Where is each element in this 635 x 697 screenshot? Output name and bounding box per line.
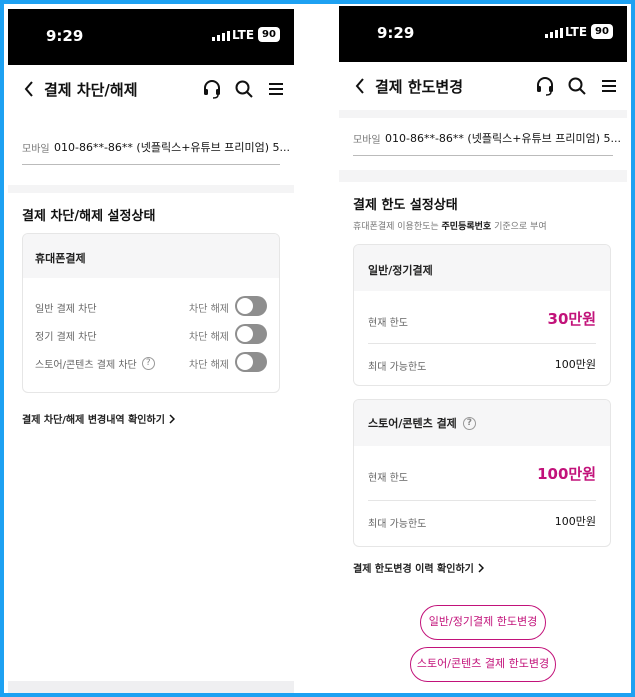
toggle-label: 일반 결제 차단 [35,304,97,315]
battery-badge: 90 [258,27,280,42]
status-time: 9:29 [377,24,415,42]
max-limit-value: 100만원 [554,358,596,371]
max-limit-row: 최대 가능한도 100만원 [368,502,596,542]
general-limit-change-button[interactable]: 일반/정기결제 한도변경 [420,605,546,640]
max-limit-value: 100만원 [554,515,596,528]
recurring-block-toggle[interactable] [235,324,267,344]
phone-payment-card: 휴대폰결제 일반 결제 차단 차단 해제 정기 결제 차단 차단 해제 스토어/… [22,233,280,393]
section-divider [339,110,627,118]
app-header: 결제 한도변경 [339,62,627,110]
card-title: 일반/정기결제 [354,245,610,291]
general-block-toggle[interactable] [235,296,267,316]
limit-note: 휴대폰결제 이용한도는 주민등록번호 기준으로 부여 [353,219,547,232]
history-link[interactable]: 결제 차단/해제 변경내역 확인하기 [22,411,175,426]
section-divider [8,185,294,193]
current-limit-value: 30만원 [547,310,596,328]
header-icons [535,76,619,96]
max-limit-label: 최대 가능한도 [368,519,427,530]
toggle-row: 스토어/콘텐츠 결제 차단 ? 차단 해제 [35,350,267,376]
chevron-right-icon [478,562,484,573]
toggle-label: 정기 결제 차단 [35,332,97,343]
current-limit-label: 현재 한도 [368,473,408,484]
divider [368,500,596,501]
search-icon[interactable] [567,76,587,96]
store-limit-card: 스토어/콘텐츠 결제 ? 현재 한도 100만원 최대 가능한도 100만원 [353,399,611,547]
toggle-row: 일반 결제 차단 차단 해제 [35,294,267,320]
search-icon[interactable] [234,79,254,99]
max-limit-row: 최대 가능한도 100만원 [368,345,596,385]
limit-note-text: 휴대폰결제 이용한도는 [353,222,442,232]
mobile-line-select[interactable]: 모바일 010-86**-86** (넷플릭스+유튜브 프리미엄) 5... [353,122,621,156]
section-divider [339,170,627,182]
history-link[interactable]: 결제 한도변경 이력 확인하기 [353,560,484,575]
mobile-line-value: 010-86**-86** (넷플릭스+유튜브 프리미엄) 5... [385,132,622,145]
limit-note-bold: 주민등록번호 [441,222,492,232]
chevron-left-icon[interactable] [24,81,34,97]
headset-icon[interactable] [202,79,222,99]
card-title: 스토어/콘텐츠 결제 [368,417,457,430]
history-link-label: 결제 차단/해제 변경내역 확인하기 [22,415,165,426]
phone-right: 9:29 LTE 90 결제 한도변경 모바일 010-86**-86** (넷… [339,6,627,697]
max-limit-label: 최대 가능한도 [368,362,427,373]
store-block-toggle[interactable] [235,352,267,372]
network-type: LTE [565,25,588,39]
divider [368,343,596,344]
signal-icon [212,31,230,41]
status-time: 9:29 [46,27,84,45]
question-icon[interactable]: ? [462,416,476,430]
header-icons [202,79,286,99]
toggle-row: 정기 결제 차단 차단 해제 [35,322,267,348]
mobile-label: 모바일 [22,144,50,155]
phone-left: 9:29 LTE 90 결제 차단/해제 모바일 010-86**-86** (… [8,9,294,697]
toggle-state: 차단 해제 [189,360,229,371]
history-link-label: 결제 한도변경 이력 확인하기 [353,564,474,575]
app-header: 결제 차단/해제 [8,65,294,113]
bottom-bar [8,681,294,697]
section-title: 결제 한도 설정상태 [353,198,458,213]
toggle-state: 차단 해제 [189,304,229,315]
chevron-right-icon [169,413,175,424]
toggle-state: 차단 해제 [189,332,229,343]
page-title: 결제 차단/해제 [44,81,138,99]
battery-badge: 90 [591,24,613,39]
network-type: LTE [232,28,255,42]
toggle-label-with-help: 스토어/콘텐츠 결제 차단 ? [35,356,155,371]
page-title: 결제 한도변경 [375,78,464,96]
store-limit-change-button[interactable]: 스토어/콘텐츠 결제 한도변경 [410,647,556,682]
current-limit-row: 현재 한도 30만원 [368,301,596,341]
mobile-line-value: 010-86**-86** (넷플릭스+유튜브 프리미엄) 5... [54,141,291,154]
question-icon[interactable]: ? [141,357,155,370]
card-head: 스토어/콘텐츠 결제 ? [354,400,610,446]
current-limit-row: 현재 한도 100만원 [368,456,596,496]
status-bar: 9:29 LTE 90 [339,6,627,62]
general-limit-card: 일반/정기결제 현재 한도 30만원 최대 가능한도 100만원 [353,244,611,386]
menu-icon[interactable] [266,79,286,99]
mobile-line-select[interactable]: 모바일 010-86**-86** (넷플릭스+유튜브 프리미엄) 5... [22,131,290,165]
main-content: 결제 차단/해제 설정상태 휴대폰결제 일반 결제 차단 차단 해제 정기 결제… [8,185,294,697]
current-limit-label: 현재 한도 [368,318,408,329]
section-title: 결제 차단/해제 설정상태 [22,209,156,224]
menu-icon[interactable] [599,76,619,96]
limit-note-text: 기준으로 부여 [491,222,547,232]
signal-icon [545,28,563,38]
status-bar: 9:29 LTE 90 [8,9,294,65]
headset-icon[interactable] [535,76,555,96]
toggle-label: 스토어/콘텐츠 결제 차단 [35,360,137,371]
mobile-label: 모바일 [353,135,381,146]
current-limit-value: 100만원 [537,465,596,483]
chevron-left-icon[interactable] [355,78,365,94]
card-title: 휴대폰결제 [23,234,279,278]
mobile-select-area: 모바일 010-86**-86** (넷플릭스+유튜브 프리미엄) 5... [8,113,294,185]
